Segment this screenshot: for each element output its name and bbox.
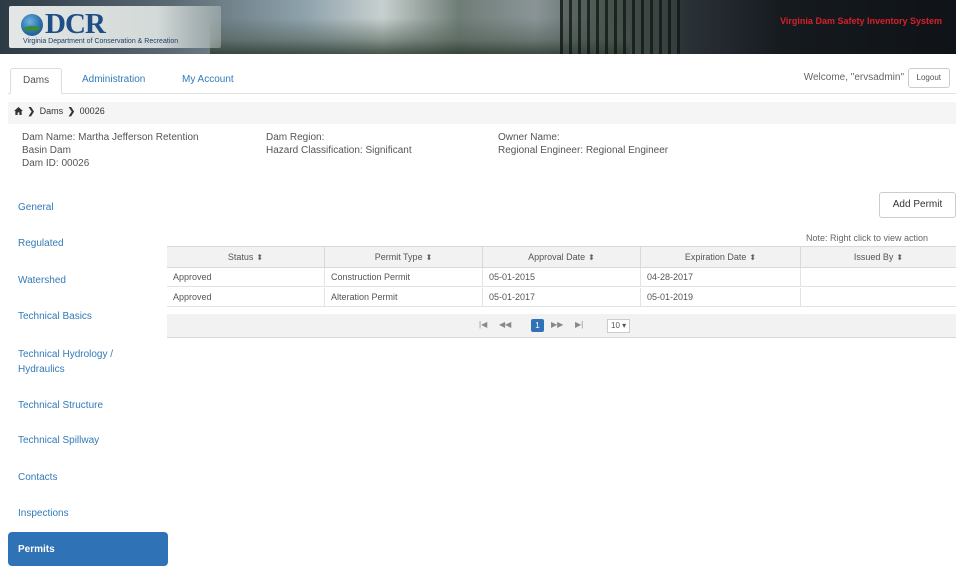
welcome-text: Welcome, "ervsadmin" bbox=[803, 72, 904, 83]
sidebar-item-permits[interactable]: Permits bbox=[8, 532, 168, 566]
tab-administration[interactable]: Administration bbox=[70, 68, 157, 94]
sidebar-item-technical-spillway[interactable]: Technical Spillway bbox=[8, 433, 168, 448]
column-header-status[interactable]: Status ⬍ bbox=[167, 247, 325, 268]
dam-name: Dam Name: Martha Jefferson Retention bbox=[22, 132, 199, 143]
header-banner: DCR Virginia Department of Conservation … bbox=[0, 0, 956, 54]
tab-dams[interactable]: Dams bbox=[10, 68, 63, 94]
prev-page-button[interactable]: ◀◀ bbox=[499, 320, 511, 329]
cell-permit-type: Alteration Permit bbox=[325, 288, 483, 306]
page-size-select[interactable]: 10 ▾ bbox=[607, 319, 631, 333]
sort-icon: ⬍ bbox=[749, 253, 757, 262]
sort-icon: ⬍ bbox=[896, 253, 904, 262]
cell-permit-type: Construction Permit bbox=[325, 268, 483, 286]
column-header-expiration-date[interactable]: Expiration Date ⬍ bbox=[641, 247, 801, 268]
right-click-note: Note: Right click to view action bbox=[806, 233, 929, 243]
top-nav: Dams Administration My Account Welcome, … bbox=[8, 64, 956, 94]
banner-trees bbox=[560, 0, 680, 54]
cell-expiration-date: 04-28-2017 bbox=[641, 268, 801, 286]
regional-engineer: Regional Engineer: Regional Engineer bbox=[498, 145, 669, 156]
sidebar-item-technical-basics[interactable]: Technical Basics bbox=[8, 309, 168, 324]
next-page-button[interactable]: ▶▶ bbox=[551, 320, 563, 329]
column-header-approval-date[interactable]: Approval Date ⬍ bbox=[483, 247, 641, 268]
cell-status: Approved bbox=[167, 268, 325, 286]
owner-block: Owner Name: Regional Engineer: Regional … bbox=[498, 131, 668, 157]
cell-status: Approved bbox=[167, 288, 325, 306]
hazard-classification: Hazard Classification: Significant bbox=[266, 145, 412, 156]
logo-text: DCR bbox=[45, 8, 106, 40]
dcr-logo[interactable]: DCR Virginia Department of Conservation … bbox=[9, 6, 221, 48]
dam-region: Dam Region: bbox=[266, 132, 325, 143]
chevron-right-icon: ❯ bbox=[67, 106, 76, 116]
dam-name-cont: Basin Dam bbox=[22, 145, 71, 156]
cell-issued-by bbox=[801, 268, 956, 286]
chevron-right-icon: ❯ bbox=[27, 106, 36, 116]
last-page-button[interactable]: ▶| bbox=[575, 320, 583, 329]
sidebar-item-regulated[interactable]: Regulated bbox=[8, 236, 168, 251]
cell-expiration-date: 05-01-2019 bbox=[641, 288, 801, 306]
dam-name-block: Dam Name: Martha Jefferson Retention Bas… bbox=[22, 131, 199, 170]
table-row[interactable]: Approved Alteration Permit 05-01-2017 05… bbox=[167, 288, 956, 307]
dam-id: Dam ID: 00026 bbox=[22, 158, 90, 169]
globe-icon bbox=[21, 14, 43, 36]
sidebar-item-contacts[interactable]: Contacts bbox=[8, 470, 168, 485]
breadcrumb-dams[interactable]: Dams bbox=[40, 106, 64, 116]
add-permit-button[interactable]: Add Permit bbox=[879, 192, 956, 218]
owner-name: Owner Name: bbox=[498, 132, 560, 143]
logo-subtitle: Virginia Department of Conservation & Re… bbox=[23, 38, 179, 45]
home-icon[interactable] bbox=[14, 106, 26, 116]
logout-button[interactable]: Logout bbox=[907, 68, 950, 88]
sort-icon: ⬍ bbox=[588, 253, 595, 262]
breadcrumb: ❯ Dams ❯ 00026 bbox=[8, 102, 956, 124]
dam-region-block: Dam Region: Hazard Classification: Signi… bbox=[266, 131, 412, 157]
sidebar-item-watershed[interactable]: Watershed bbox=[8, 273, 168, 288]
sort-icon: ⬍ bbox=[425, 253, 433, 262]
breadcrumb-dam-id: 00026 bbox=[79, 106, 105, 116]
system-title: Virginia Dam Safety Inventory System bbox=[780, 16, 942, 26]
sidebar-item-general[interactable]: General bbox=[8, 200, 168, 215]
sidebar-item-technical-hydrology[interactable]: Technical Hydrology / Hydraulics bbox=[8, 347, 158, 377]
cell-approval-date: 05-01-2015 bbox=[483, 268, 641, 286]
sidebar-item-technical-structure[interactable]: Technical Structure bbox=[8, 398, 168, 413]
pagination: |◀ ◀◀ 1 ▶▶ ▶| 10 ▾ bbox=[167, 314, 956, 338]
cell-approval-date: 05-01-2017 bbox=[483, 288, 641, 306]
table-row[interactable]: Approved Construction Permit 05-01-2015 … bbox=[167, 268, 956, 287]
column-header-permit-type[interactable]: Permit Type ⬍ bbox=[325, 247, 483, 268]
tab-my-account[interactable]: My Account bbox=[170, 68, 246, 94]
current-page[interactable]: 1 bbox=[531, 319, 544, 332]
first-page-button[interactable]: |◀ bbox=[479, 320, 487, 329]
cell-issued-by bbox=[801, 288, 956, 306]
sidebar-item-inspections[interactable]: Inspections bbox=[8, 506, 168, 521]
table-header: Status ⬍ Permit Type ⬍ Approval Date ⬍ Expi… bbox=[167, 246, 956, 268]
column-header-issued-by[interactable]: Issued By ⬍ bbox=[801, 247, 956, 268]
sort-icon: ⬍ bbox=[256, 253, 264, 262]
